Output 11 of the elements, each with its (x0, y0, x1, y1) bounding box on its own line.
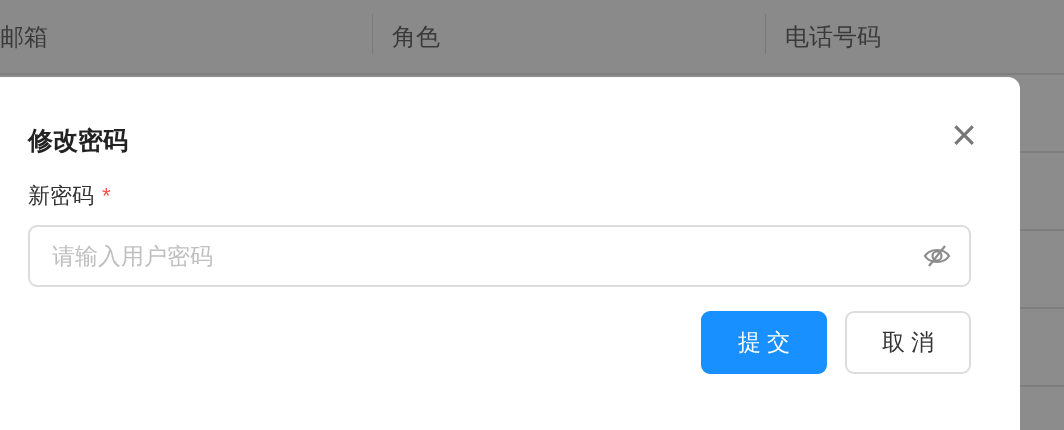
dialog-title: 修改密码 (28, 125, 128, 157)
field-label: 新密码 (28, 181, 94, 210)
required-mark: * (102, 181, 111, 210)
cancel-button[interactable]: 取 消 (845, 311, 971, 374)
close-button[interactable]: × (951, 113, 977, 157)
column-header: 电话号码 (785, 21, 881, 52)
eye-slash-icon[interactable] (923, 244, 951, 268)
column-header: 邮箱 (0, 21, 48, 52)
submit-button[interactable]: 提 交 (701, 311, 827, 374)
password-field[interactable]: 请输入用户密码 (28, 225, 971, 287)
column-header: 角色 (392, 21, 440, 52)
